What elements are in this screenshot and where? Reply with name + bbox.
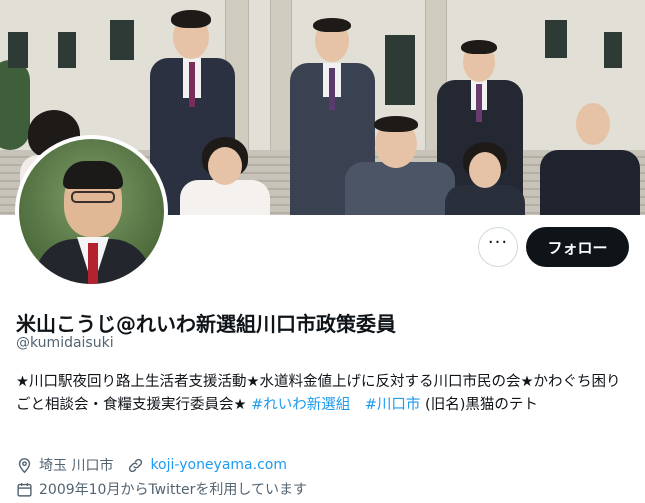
- more-options-button[interactable]: ···: [478, 227, 518, 267]
- window: [604, 32, 622, 68]
- follow-button[interactable]: フォロー: [526, 227, 629, 267]
- display-name: 米山こうじ@れいわ新選組川口市政策委員: [16, 312, 396, 336]
- person: [445, 140, 525, 215]
- person: [540, 95, 640, 215]
- window: [58, 32, 76, 68]
- user-handle: @kumidaisuki: [16, 335, 114, 351]
- window: [110, 20, 134, 60]
- avatar-glasses: [71, 191, 115, 203]
- profile-meta: 埼玉 川口市 koji-yoneyama.com: [16, 455, 287, 475]
- location-text: 埼玉 川口市: [39, 458, 114, 474]
- person: [180, 135, 270, 215]
- calendar-icon: [17, 482, 32, 497]
- hashtag-link[interactable]: #れいわ新選組: [251, 397, 350, 413]
- avatar-hair: [63, 161, 123, 189]
- website-link[interactable]: koji-yoneyama.com: [150, 457, 287, 473]
- avatar-tie: [88, 243, 98, 284]
- window: [545, 20, 567, 58]
- profile-joined: 2009年10月からTwitterを利用しています: [16, 479, 307, 499]
- profile-avatar[interactable]: [15, 135, 168, 288]
- window: [8, 32, 28, 68]
- profile-bio: ★川口駅夜回り路上生活者支援活動★水道料金値上げに反対する川口市民の会★かわぐち…: [16, 371, 631, 417]
- hashtag-link[interactable]: #川口市: [365, 397, 421, 413]
- bio-tail-text: (旧名)黒猫のテト: [420, 397, 538, 413]
- joined-text: 2009年10月からTwitterを利用しています: [39, 482, 307, 498]
- person: [345, 112, 455, 215]
- doorway: [385, 35, 415, 105]
- more-horizontal-icon: ···: [487, 232, 509, 253]
- link-icon: [129, 458, 143, 472]
- location-pin-icon: [18, 457, 31, 473]
